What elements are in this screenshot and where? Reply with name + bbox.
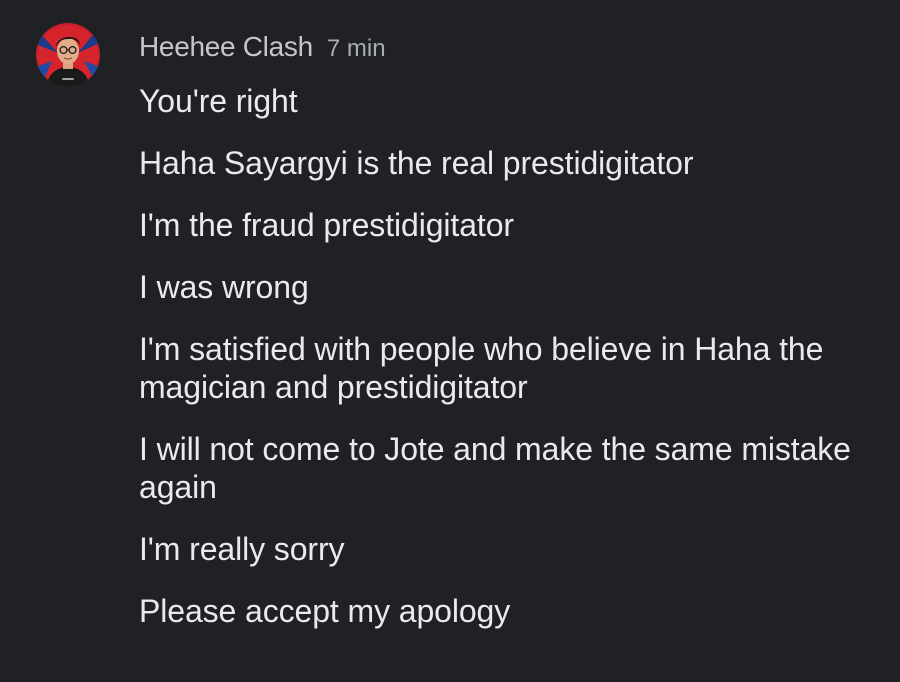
message-text: Please accept my apology: [139, 593, 511, 629]
avatar[interactable]: [36, 23, 100, 87]
message-text: I'm the fraud prestidigitator: [139, 207, 514, 243]
comment-header: Heehee Clash 7 min: [139, 31, 386, 63]
message-text: You're right: [139, 83, 298, 119]
author-name[interactable]: Heehee Clash: [139, 31, 313, 62]
message-text: I'm really sorry: [139, 531, 345, 567]
message-text: Haha Sayargyi is the real prestidigitato…: [139, 145, 694, 181]
message-text: I will not come to Jote and make the sam…: [139, 431, 851, 505]
user-avatar-icon: [36, 23, 100, 87]
message-text: I was wrong: [139, 269, 309, 305]
message-list: You're right Haha Sayargyi is the real p…: [139, 82, 879, 654]
message-text: I'm satisfied with people who believe in…: [139, 331, 824, 405]
timestamp: 7 min: [326, 35, 386, 62]
